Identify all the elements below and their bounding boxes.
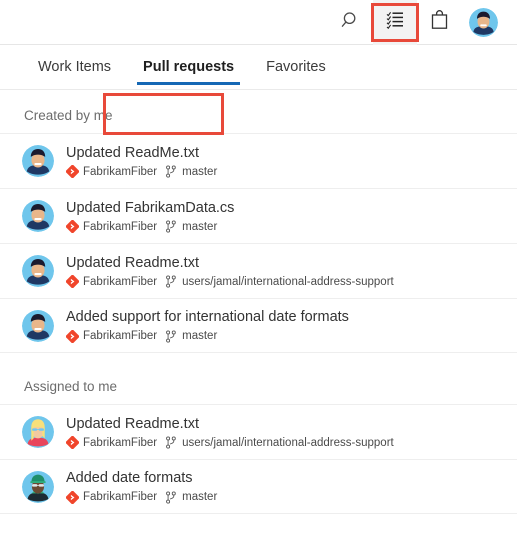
branch-name: users/jamal/international-address-suppor… xyxy=(182,436,394,449)
pull-request-row[interactable]: Updated FabrikamData.cs FabrikamFiber ma… xyxy=(0,188,517,243)
pull-request-row[interactable]: Updated Readme.txt FabrikamFiber users/j… xyxy=(0,404,517,459)
tab-label: Favorites xyxy=(266,59,326,75)
repository-icon xyxy=(66,220,79,233)
pull-request-meta: FabrikamFiber master xyxy=(66,220,234,234)
branch-icon xyxy=(166,329,176,343)
user-profile-button[interactable] xyxy=(461,0,505,45)
top-navigation-bar xyxy=(0,0,517,45)
branch-icon xyxy=(166,275,176,288)
branch-name: master xyxy=(182,330,218,342)
pull-request-list-assigned-to-me: Updated Readme.txt FabrikamFiber users/j… xyxy=(0,404,517,514)
section-header-created-by-me: Created by me xyxy=(24,108,113,123)
pull-request-title: Added support for international date for… xyxy=(66,309,349,325)
pull-request-meta: FabrikamFiber master xyxy=(66,490,217,504)
pull-request-title: Added date formats xyxy=(66,470,193,486)
pull-request-text: Updated Readme.txt FabrikamFiber users/j… xyxy=(66,415,394,450)
my-work-icon xyxy=(386,11,405,34)
author-avatar xyxy=(22,255,54,287)
marketplace-bag-icon xyxy=(430,9,449,35)
repository-icon xyxy=(66,329,79,343)
repository-name: FabrikamFiber xyxy=(83,491,158,503)
branch-icon xyxy=(166,436,176,449)
pull-request-row[interactable]: Added support for international date for… xyxy=(0,298,517,353)
pull-request-text: Updated FabrikamData.cs FabrikamFiber ma… xyxy=(66,199,234,234)
author-avatar xyxy=(22,416,54,448)
tab-pull-requests[interactable]: Pull requests xyxy=(127,45,250,89)
pull-request-title: Updated ReadMe.txt xyxy=(66,144,199,161)
repository-icon xyxy=(66,165,79,178)
pull-request-text: Added date formats FabrikamFiber master xyxy=(66,469,217,504)
repository-name: FabrikamFiber xyxy=(83,220,158,233)
search-icon xyxy=(341,10,361,35)
repository-name: FabrikamFiber xyxy=(83,330,158,342)
pull-request-row[interactable]: Updated Readme.txt FabrikamFiber users/j… xyxy=(0,243,517,298)
pull-request-text: Added support for international date for… xyxy=(66,308,349,343)
branch-icon xyxy=(166,220,176,233)
repository-icon xyxy=(66,490,79,504)
pull-request-text: Updated ReadMe.txt FabrikamFiber master xyxy=(66,144,217,179)
pull-request-meta: FabrikamFiber master xyxy=(66,165,217,179)
pull-request-title: Updated Readme.txt xyxy=(66,254,199,271)
pull-request-text: Updated Readme.txt FabrikamFiber users/j… xyxy=(66,254,394,289)
section-header-assigned-to-me: Assigned to me xyxy=(24,379,118,394)
topbar-actions xyxy=(329,0,505,45)
author-avatar xyxy=(22,470,54,503)
pull-requests-content: Created by me Updated ReadMe.txt Fabrika… xyxy=(0,90,517,514)
pull-request-meta: FabrikamFiber master xyxy=(66,329,349,343)
author-avatar xyxy=(22,200,54,232)
repository-name: FabrikamFiber xyxy=(83,165,158,178)
user-profile-avatar xyxy=(468,7,498,37)
branch-name: master xyxy=(182,491,218,503)
repository-icon xyxy=(66,436,79,449)
tab-work-items[interactable]: Work Items xyxy=(22,45,127,89)
repository-name: FabrikamFiber xyxy=(83,436,158,449)
pull-request-row[interactable]: Updated ReadMe.txt FabrikamFiber master xyxy=(0,133,517,188)
pull-request-meta: FabrikamFiber users/jamal/international-… xyxy=(66,436,394,450)
marketplace-button[interactable] xyxy=(417,0,461,45)
pull-request-meta: FabrikamFiber users/jamal/international-… xyxy=(66,275,394,289)
author-avatar xyxy=(22,145,54,177)
tab-label: Pull requests xyxy=(143,59,235,75)
repository-icon xyxy=(66,275,79,288)
repository-name: FabrikamFiber xyxy=(83,275,158,288)
tab-label: Work Items xyxy=(38,59,112,75)
pull-request-title: Updated FabrikamData.cs xyxy=(66,199,235,216)
branch-name: master xyxy=(182,165,218,178)
branch-name: users/jamal/international-address-suppor… xyxy=(182,275,394,288)
pull-request-title: Updated Readme.txt xyxy=(66,415,199,432)
pull-request-row[interactable]: Added date formats FabrikamFiber master xyxy=(0,459,517,514)
branch-icon xyxy=(166,165,176,178)
author-avatar xyxy=(22,309,54,342)
branch-name: master xyxy=(182,220,218,233)
tab-favorites[interactable]: Favorites xyxy=(250,45,342,89)
pivot-tabs: Work Items Pull requests Favorites xyxy=(0,45,517,135)
branch-icon xyxy=(166,490,176,504)
my-work-items-button[interactable] xyxy=(373,0,417,45)
search-button[interactable] xyxy=(329,0,373,45)
pull-request-list-created-by-me: Updated ReadMe.txt FabrikamFiber master … xyxy=(0,133,517,353)
